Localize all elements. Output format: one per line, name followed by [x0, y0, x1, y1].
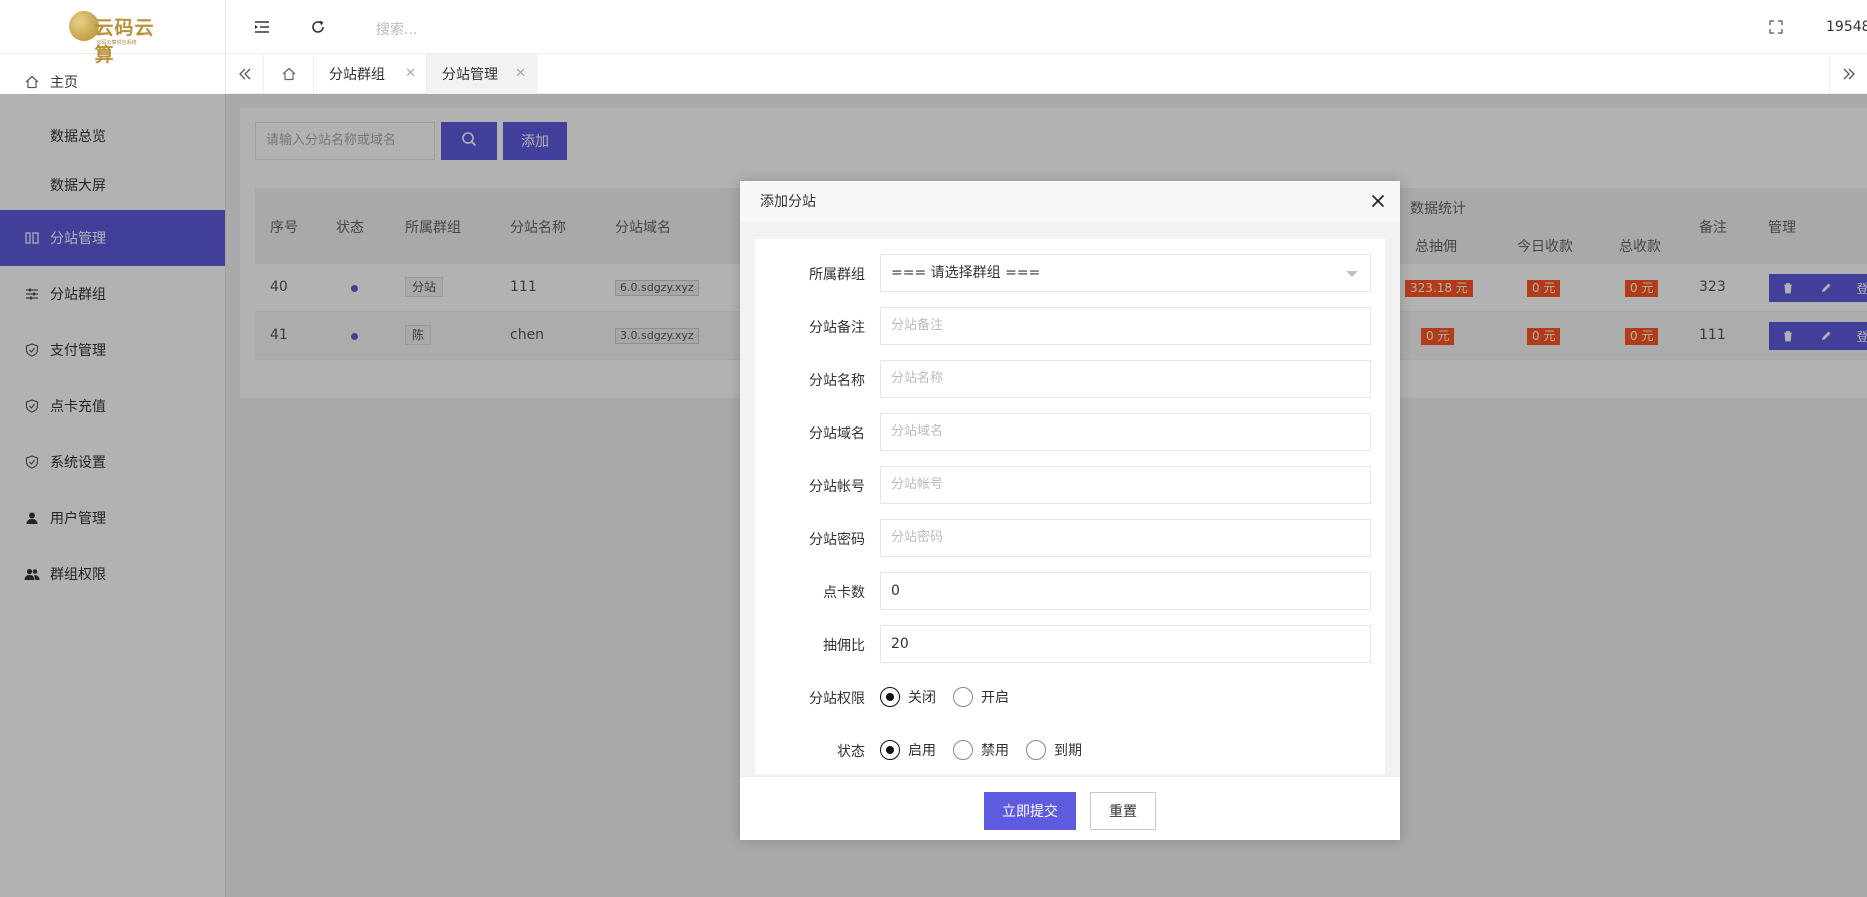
cards-label: 点卡数 — [823, 585, 865, 601]
radio-checked-icon — [880, 740, 900, 760]
remark-label: 分站备注 — [809, 320, 865, 336]
form-row-cards: 点卡数 0 — [755, 572, 1385, 610]
group-select-value: === 请选择群组 === — [891, 265, 1041, 281]
fullscreen-icon[interactable] — [1766, 17, 1786, 37]
group-label: 所属群组 — [809, 267, 865, 283]
logo: 云码云算 云码云算供应系统 — [0, 0, 225, 66]
form-row-permission: 分站权限 关闭 开启 — [755, 678, 1385, 716]
dialog-form: 所属群组 === 请选择群组 === 分站备注 分站备注 分站名称 分站名称 分… — [755, 239, 1385, 774]
remark-field[interactable]: 分站备注 — [880, 307, 1371, 345]
close-icon[interactable]: ✕ — [515, 66, 526, 81]
user-account[interactable]: 195484 — [1826, 19, 1867, 35]
tab-label: 分站管理 — [442, 67, 498, 83]
domain-field[interactable]: 分站域名 — [880, 413, 1371, 451]
form-row-password: 分站密码 分站密码 — [755, 519, 1385, 557]
tab-label: 分站群组 — [329, 67, 385, 83]
form-row-group: 所属群组 === 请选择群组 === — [755, 254, 1385, 292]
close-icon[interactable] — [1368, 191, 1388, 211]
logo-mark: 云码云算 云码云算供应系统 — [61, 5, 165, 66]
close-icon[interactable]: ✕ — [405, 66, 416, 81]
logo-subtext: 云码云算供应系统 — [96, 39, 137, 46]
commission-label: 抽佣比 — [823, 638, 865, 654]
form-row-account: 分站帐号 分站帐号 — [755, 466, 1385, 504]
chevron-down-icon — [1346, 271, 1358, 277]
tabs-scroll-right-icon[interactable] — [1829, 54, 1867, 94]
tabs-bar: 分站群组 ✕ 分站管理 ✕ — [226, 54, 1867, 94]
account-label: 分站帐号 — [809, 479, 865, 495]
form-row-commission: 抽佣比 20 — [755, 625, 1385, 663]
form-row-remark: 分站备注 分站备注 — [755, 307, 1385, 345]
radio-unchecked-icon — [953, 740, 973, 760]
radio-label: 关闭 — [908, 690, 936, 706]
tabs-scroll-left-icon[interactable] — [226, 54, 264, 94]
domain-label: 分站域名 — [809, 426, 865, 442]
radio-label: 禁用 — [981, 743, 1009, 759]
radio-checked-icon — [880, 687, 900, 707]
permission-label: 分站权限 — [809, 691, 865, 707]
status-radio-expired[interactable]: 到期 — [1026, 740, 1082, 760]
radio-label: 开启 — [981, 690, 1009, 706]
account-field[interactable]: 分站帐号 — [880, 466, 1371, 504]
cards-field[interactable]: 0 — [880, 572, 1371, 610]
form-row-name: 分站名称 分站名称 — [755, 360, 1385, 398]
status-label: 状态 — [837, 744, 865, 760]
tab-substation-group[interactable]: 分站群组 ✕ — [314, 54, 427, 94]
name-label: 分站名称 — [809, 373, 865, 389]
commission-field[interactable]: 20 — [880, 625, 1371, 663]
dialog-title: 添加分站 — [740, 181, 1400, 223]
header-search-input[interactable]: 搜索... — [376, 19, 417, 39]
permission-radio-off[interactable]: 关闭 — [880, 687, 936, 707]
home-icon — [24, 74, 40, 90]
refresh-icon[interactable] — [308, 17, 328, 37]
form-row-status: 状态 启用 禁用 到期 — [755, 731, 1385, 769]
radio-unchecked-icon — [1026, 740, 1046, 760]
status-radio-disabled[interactable]: 禁用 — [953, 740, 1009, 760]
form-row-domain: 分站域名 分站域名 — [755, 413, 1385, 451]
radio-label: 启用 — [908, 743, 936, 759]
menu-collapse-icon[interactable] — [252, 17, 272, 37]
tab-home-icon[interactable] — [264, 54, 314, 94]
tab-substation-management[interactable]: 分站管理 ✕ — [427, 54, 537, 94]
group-select[interactable]: === 请选择群组 === — [880, 254, 1371, 292]
radio-unchecked-icon — [953, 687, 973, 707]
radio-label: 到期 — [1054, 743, 1082, 759]
reset-button[interactable]: 重置 — [1090, 792, 1156, 830]
name-field[interactable]: 分站名称 — [880, 360, 1371, 398]
add-substation-dialog: 添加分站 所属群组 === 请选择群组 === 分站备注 分站备注 分站名称 分… — [740, 181, 1400, 840]
sidebar-item-label: 主页 — [50, 75, 78, 91]
password-label: 分站密码 — [809, 532, 865, 548]
permission-radio-on[interactable]: 开启 — [953, 687, 1009, 707]
dialog-footer: 立即提交 重置 — [740, 776, 1400, 840]
password-field[interactable]: 分站密码 — [880, 519, 1371, 557]
submit-button[interactable]: 立即提交 — [984, 792, 1076, 830]
top-header: 搜索... 195484 — [226, 0, 1867, 54]
status-radio-enabled[interactable]: 启用 — [880, 740, 936, 760]
